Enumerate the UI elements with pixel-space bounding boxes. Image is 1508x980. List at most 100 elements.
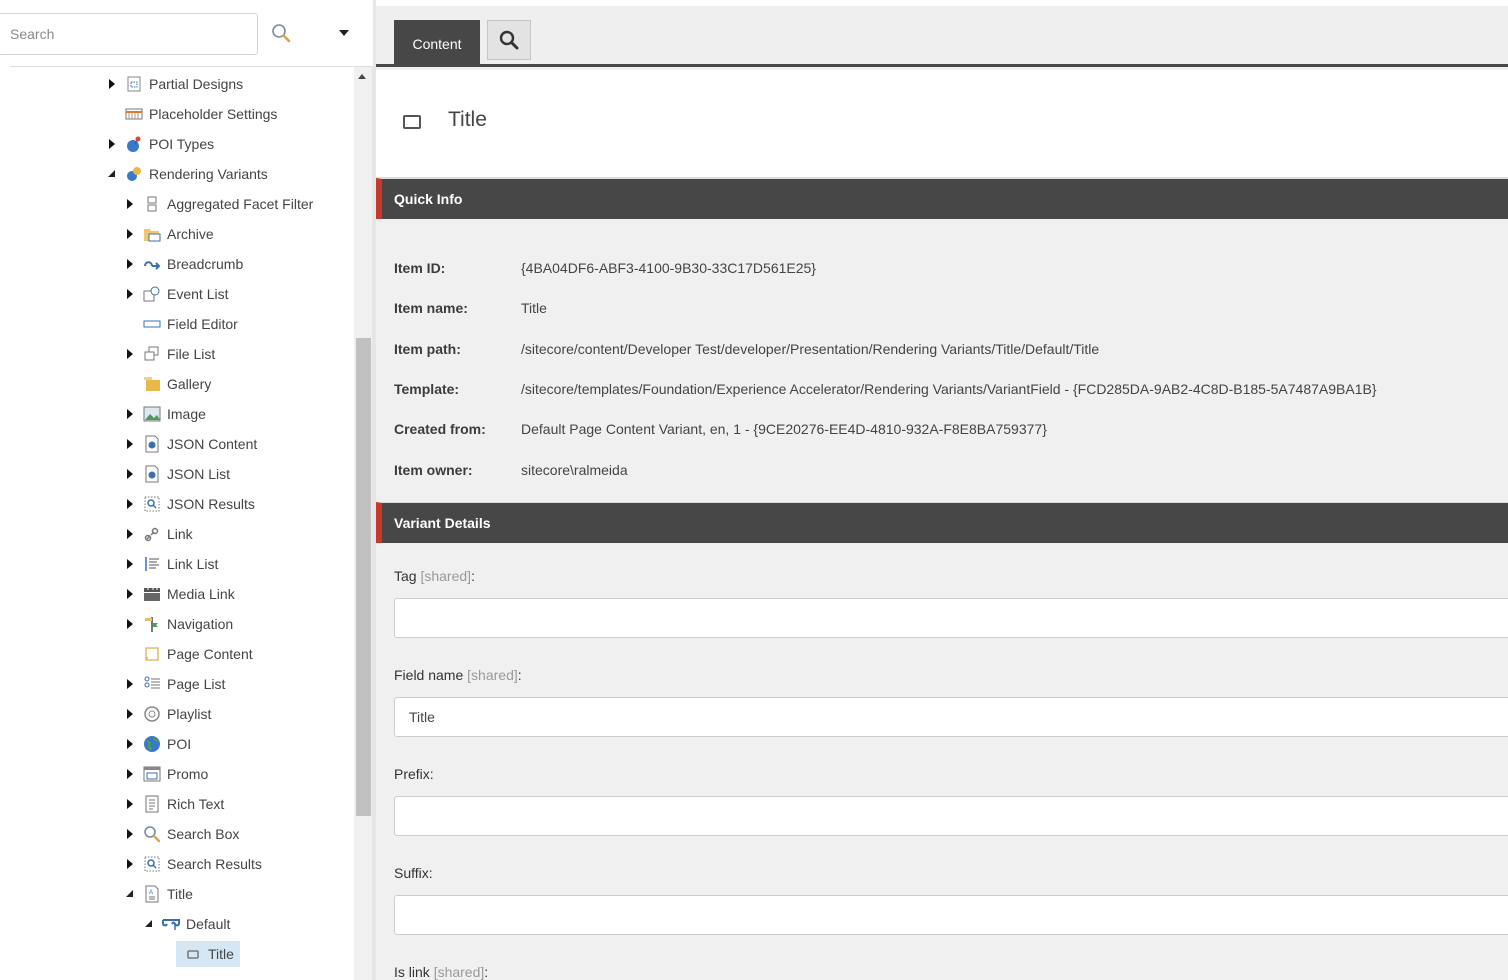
tab-search[interactable] xyxy=(487,20,531,60)
expand-arrow-right-icon[interactable] xyxy=(125,619,135,629)
tree-item[interactable]: Aggregated Facet Filter xyxy=(125,191,313,217)
tree-item-label: Media Link xyxy=(167,586,235,602)
tree-item-label: Gallery xyxy=(167,376,212,392)
expand-arrow-down-icon[interactable] xyxy=(144,919,154,929)
quick-info-value: Default Page Content Variant, en, 1 - {9… xyxy=(521,421,1047,438)
tree-item[interactable]: Archive xyxy=(125,221,214,247)
tag-input[interactable] xyxy=(394,598,1508,638)
scroll-up-arrow-icon[interactable] xyxy=(358,74,366,79)
expand-arrow-right-icon[interactable] xyxy=(107,139,117,149)
tree-item[interactable]: Link List xyxy=(125,551,218,577)
expand-arrow-right-icon[interactable] xyxy=(125,709,135,719)
expand-arrow-right-icon[interactable] xyxy=(125,679,135,689)
expand-arrow-right-icon[interactable] xyxy=(125,199,135,209)
shared-badge: [shared] xyxy=(420,568,472,584)
tree-item-label: Promo xyxy=(167,766,209,782)
expand-arrow-right-icon[interactable] xyxy=(125,829,135,839)
tree-item[interactable]: Page Content xyxy=(125,641,253,667)
tree-item[interactable]: POI Types xyxy=(107,131,214,157)
expand-arrow-right-icon[interactable] xyxy=(125,559,135,569)
expand-arrow-right-icon[interactable] xyxy=(125,469,135,479)
expand-arrow-right-icon[interactable] xyxy=(125,289,135,299)
expand-arrow-right-icon[interactable] xyxy=(125,739,135,749)
tree-item[interactable]: A Title xyxy=(125,881,193,907)
expand-arrow-right-icon[interactable] xyxy=(125,259,135,269)
expand-arrow-down-icon[interactable] xyxy=(125,889,135,899)
tree-item[interactable]: File List xyxy=(125,341,215,367)
tree-item-label: Page List xyxy=(167,676,226,692)
tree-item[interactable]: Page List xyxy=(125,671,225,697)
archive-icon xyxy=(143,225,161,243)
quick-info-row: Item owner: sitecore\ralmeida xyxy=(394,462,628,478)
tree-item[interactable]: Title xyxy=(176,941,240,967)
tree-item[interactable]: Event List xyxy=(125,281,228,307)
expand-arrow-right-icon[interactable] xyxy=(125,349,135,359)
link-icon xyxy=(143,525,161,543)
tree-item[interactable]: Image xyxy=(125,401,206,427)
tree-item-label: Link xyxy=(167,526,193,542)
tree-item[interactable]: JSON Content xyxy=(125,431,257,457)
expand-arrow-down-icon[interactable] xyxy=(107,169,117,179)
tree-item[interactable]: Placeholder Settings xyxy=(107,101,277,127)
quick-info-label: Item ID: xyxy=(394,260,446,276)
tree-item[interactable]: Search Box xyxy=(125,821,239,847)
tree-item[interactable]: Navigation xyxy=(125,611,233,637)
scrollbar-thumb[interactable] xyxy=(356,338,371,816)
tree-item[interactable]: Search Results xyxy=(125,851,262,877)
expand-arrow-right-icon[interactable] xyxy=(125,799,135,809)
tree-item[interactable]: Default xyxy=(144,911,230,937)
tree-item[interactable]: POI xyxy=(125,731,191,757)
tree-item[interactable]: Playlist xyxy=(125,701,211,727)
tree-item[interactable]: JSON Results xyxy=(125,491,255,517)
quick-info-label: Created from: xyxy=(394,421,486,438)
expand-arrow-right-icon[interactable] xyxy=(107,79,117,89)
gallery-icon xyxy=(143,375,161,393)
tree-item[interactable]: Breadcrumb xyxy=(125,251,243,277)
quick-info-row: Template: /sitecore/templates/Foundation/… xyxy=(394,381,1377,397)
tree-item-label: JSON Results xyxy=(167,496,255,512)
mask-icon xyxy=(162,915,180,933)
tree-item[interactable]: Field Editor xyxy=(125,311,238,337)
tree-item-label: Rich Text xyxy=(167,796,225,812)
tab-content[interactable]: Content xyxy=(394,20,480,67)
prefix-input[interactable] xyxy=(394,796,1508,836)
suffix-input[interactable] xyxy=(394,895,1508,935)
tree-item[interactable]: Gallery xyxy=(125,371,211,397)
tree-item[interactable]: Promo xyxy=(125,761,208,787)
tree-item[interactable]: Partial Designs xyxy=(107,71,243,97)
expand-arrow-right-icon[interactable] xyxy=(125,859,135,869)
search-icon xyxy=(272,24,291,43)
quick-info-label: Item path: xyxy=(394,340,461,357)
quick-info-label: Item owner: xyxy=(394,461,473,478)
placeholder-settings-icon xyxy=(125,105,143,123)
poi-types-icon xyxy=(125,135,143,153)
tree-item[interactable]: Media Link xyxy=(125,581,235,607)
field-name-input[interactable] xyxy=(394,697,1508,737)
expand-arrow-right-icon[interactable] xyxy=(125,409,135,419)
expand-arrow-right-icon[interactable] xyxy=(125,499,135,509)
tree-item[interactable]: Rendering Variants xyxy=(107,161,268,187)
event-list-icon xyxy=(143,285,161,303)
field-editor-icon xyxy=(143,315,161,333)
item-header: Title xyxy=(376,70,1508,178)
expand-arrow-right-icon[interactable] xyxy=(125,229,135,239)
tree-search-button[interactable] xyxy=(270,22,294,46)
tree-item-label: Archive xyxy=(167,226,214,242)
expand-arrow-right-icon[interactable] xyxy=(125,589,135,599)
expand-arrow-right-icon[interactable] xyxy=(125,529,135,539)
variant-details-header[interactable]: Variant Details xyxy=(376,502,1508,543)
tree-item[interactable]: Link xyxy=(125,521,193,547)
toggle-spacer xyxy=(107,109,117,119)
quick-info-header[interactable]: Quick Info xyxy=(376,178,1508,219)
expand-arrow-right-icon[interactable] xyxy=(125,769,135,779)
tree-item-label: Page Content xyxy=(167,646,253,662)
search-options-dropdown[interactable] xyxy=(336,25,352,41)
tree-search-input[interactable] xyxy=(0,13,258,55)
tree-scrollbar[interactable] xyxy=(354,67,373,980)
svg-text:A: A xyxy=(149,890,153,896)
section-title: Quick Info xyxy=(394,191,463,207)
expand-arrow-right-icon[interactable] xyxy=(125,439,135,449)
tree-item[interactable]: JSON List xyxy=(125,461,230,487)
tree-item[interactable]: Rich Text xyxy=(125,791,224,817)
tree-item-label: Aggregated Facet Filter xyxy=(167,196,314,212)
